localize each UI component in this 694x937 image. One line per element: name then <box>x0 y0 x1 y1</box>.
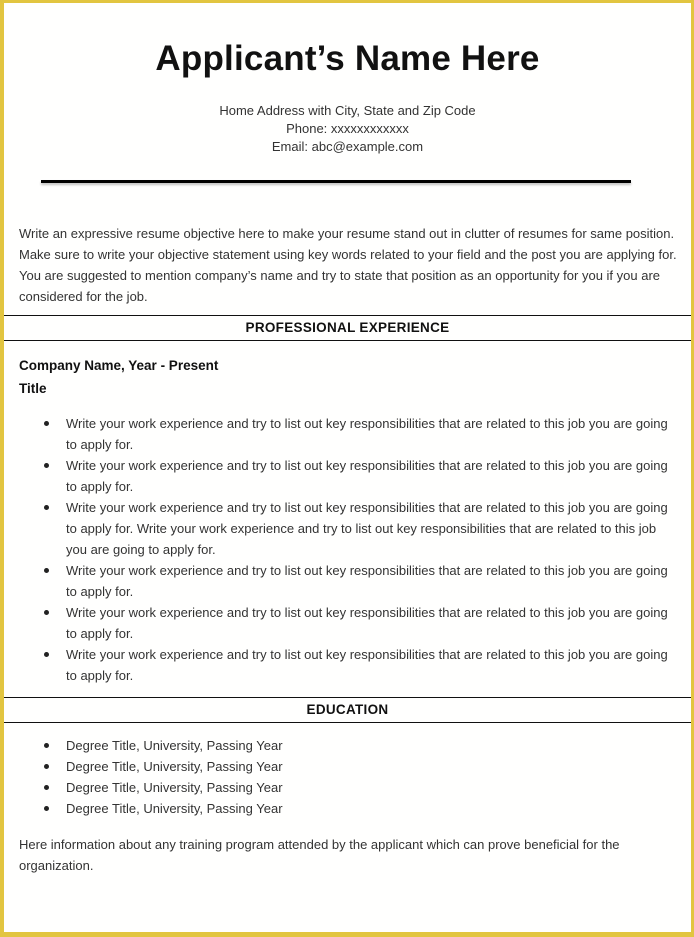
training-paragraph: Here information about any training prog… <box>19 837 620 873</box>
bullet-icon <box>44 568 49 573</box>
experience-item: Write your work experience and try to li… <box>4 497 694 560</box>
education-item: Degree Title, University, Passing Year <box>4 798 694 819</box>
bullet-icon <box>44 505 49 510</box>
email: Email: abc@example.com <box>271 139 424 154</box>
education-item: Degree Title, University, Passing Year <box>4 756 694 777</box>
section-heading-experience: PROFESSIONAL EXPERIENCE <box>4 315 691 341</box>
job-title: Title <box>19 381 47 396</box>
section-heading-education: EDUCATION <box>4 697 691 723</box>
home-address: Home Address with City, State and Zip Co… <box>219 103 476 118</box>
education-item: Degree Title, University, Passing Year <box>4 777 694 798</box>
company-line: Company Name, Year - Present <box>19 358 219 373</box>
experience-item: Write your work experience and try to li… <box>4 644 694 686</box>
bullet-icon <box>44 463 49 468</box>
bullet-icon <box>44 743 49 748</box>
experience-item: Write your work experience and try to li… <box>4 413 694 455</box>
education-item: Degree Title, University, Passing Year <box>4 735 694 756</box>
header-divider <box>41 180 631 183</box>
applicant-name: Applicant’s Name Here <box>155 39 540 78</box>
bullet-icon <box>44 806 49 811</box>
bullet-icon <box>44 421 49 426</box>
bullet-icon <box>44 652 49 657</box>
bullet-icon <box>44 785 49 790</box>
experience-item: Write your work experience and try to li… <box>4 560 694 602</box>
education-list: Degree Title, University, Passing Year D… <box>4 735 694 819</box>
experience-list: Write your work experience and try to li… <box>4 413 694 686</box>
experience-item: Write your work experience and try to li… <box>4 602 694 644</box>
contact-block: Home Address with City, State and Zip Co… <box>4 102 691 156</box>
experience-item: Write your work experience and try to li… <box>4 455 694 497</box>
objective-paragraph: Write an expressive resume objective her… <box>19 226 677 304</box>
bullet-icon <box>44 610 49 615</box>
phone: Phone: xxxxxxxxxxxx <box>286 121 409 136</box>
resume-page: Applicant’s Name Here Home Address with … <box>0 0 694 937</box>
bullet-icon <box>44 764 49 769</box>
